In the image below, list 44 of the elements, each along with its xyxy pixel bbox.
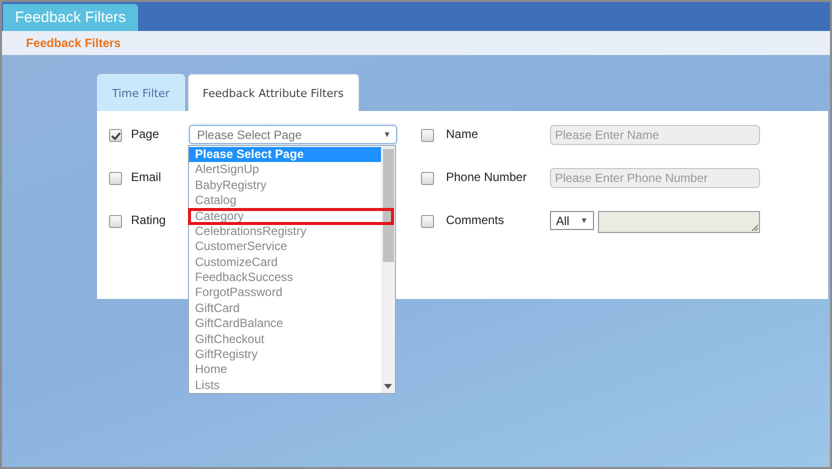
comment-filter-select[interactable]: All ▼ [550,211,594,230]
dropdown-option[interactable]: Please Select Page [189,147,381,162]
dropdown-option[interactable]: Catalog [189,193,381,208]
dropdown-option[interactable]: CustomizeCard [189,254,381,270]
checkbox[interactable] [109,129,122,142]
field-label: Rating [131,213,167,227]
dropdown-option[interactable]: GiftCard [189,300,381,316]
field-label: Name [446,127,480,141]
comment-field[interactable] [598,211,760,233]
dropdown-option[interactable]: FeedbackSuccess [189,270,381,286]
field-label: Comments [446,213,506,227]
dropdown-option[interactable]: GiftRegistry [189,346,381,362]
breadcrumb: Feedback Filters [26,36,121,50]
dropdown-option[interactable]: Home [189,362,381,378]
checkmark-icon [110,132,120,140]
dropdown-option[interactable]: GiftCheckout [189,332,381,347]
checkbox[interactable] [421,172,434,185]
checkbox[interactable] [421,215,434,228]
dropdown-option[interactable]: AlertSignUp [189,162,381,178]
dropdown-option[interactable]: Lists [189,378,381,393]
dropdown-option[interactable]: CustomerService [189,239,381,255]
dropdown-option[interactable]: GiftCardBalance [189,316,381,332]
dropdown-option[interactable]: BabyRegistry [189,178,381,194]
tab[interactable]: Feedback Attribute Filters [188,74,359,111]
checkbox[interactable] [109,172,122,185]
tab[interactable]: Time Filter [97,74,185,111]
text-field[interactable]: Please Enter Phone Number [550,168,760,188]
field-label: Email [131,170,162,184]
dropdown-option[interactable]: ForgotPassword [189,285,381,301]
field-label: Page [131,127,160,141]
scrollbar[interactable] [381,146,395,393]
resize-grip-icon [751,224,758,231]
caret-icon: ▼ [580,216,588,225]
text-field[interactable]: Please Enter Name [550,125,760,145]
checkbox[interactable] [109,215,122,228]
scroll-down-icon[interactable] [384,384,392,389]
dropdown-option[interactable]: Category [189,208,393,224]
checkbox[interactable] [421,129,434,142]
window-title: Feedback Filters [3,4,138,31]
page-select[interactable]: Please Select Page ▼ [189,125,397,144]
dropdown-option[interactable]: CelebrationsRegistry [189,224,381,240]
caret-icon: ▼ [383,130,391,139]
scroll-thumb[interactable] [382,149,394,262]
field-label: Phone Number [446,170,528,184]
